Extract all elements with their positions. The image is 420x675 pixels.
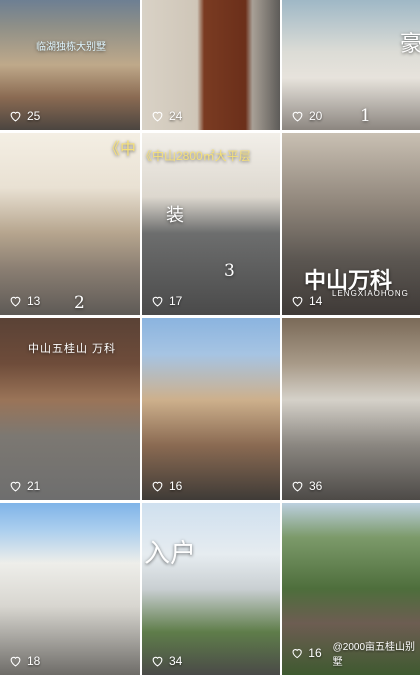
modern-villa-image: [0, 503, 140, 675]
dining-hall-image: [282, 318, 420, 500]
like-count-text: 16: [169, 479, 183, 493]
like-count-text: 21: [27, 479, 41, 493]
like-count: 17: [151, 294, 182, 308]
post-tile[interactable]: 16: [142, 318, 280, 500]
heart-outline-icon: [10, 296, 21, 307]
side-text: 豪: [400, 32, 420, 57]
heart-outline-icon: [292, 481, 303, 492]
heart-outline-icon: [152, 656, 163, 667]
entrance-plaza-image: [142, 503, 280, 675]
like-count: 21: [9, 479, 40, 493]
like-count: 25: [9, 109, 40, 123]
post-tile[interactable]: 中山万科 LENGXIAOHONG 14: [282, 133, 420, 315]
post-tile[interactable]: 《中山2800㎡大平层 装 3 17: [142, 133, 280, 315]
footer-text: @2000亩五桂山别墅: [332, 642, 416, 668]
heart-outline-icon: [292, 649, 302, 659]
photo-grid: 临湖独栋大别墅 25 24 豪 1 20 《中 2 13 《中山2800㎡大平层…: [0, 0, 420, 675]
post-tile[interactable]: 《中 2 13: [0, 133, 140, 315]
post-tile[interactable]: 36: [282, 318, 420, 500]
post-tile[interactable]: 中山五桂山 万科 21: [0, 318, 140, 500]
like-count-text: 25: [27, 109, 41, 123]
like-count: 36: [291, 479, 322, 493]
like-count-text: 17: [169, 294, 183, 308]
photo-number: 1: [360, 106, 371, 126]
like-count-text: 16: [308, 646, 322, 660]
title-fragment: 《中: [104, 141, 137, 158]
heart-outline-icon: [10, 656, 21, 667]
post-tile[interactable]: 18: [0, 503, 140, 675]
side-text: 装: [166, 205, 184, 226]
heart-outline-icon: [152, 296, 163, 307]
like-count-text: 18: [27, 654, 41, 668]
like-count-text: 36: [309, 479, 323, 493]
like-count: 20: [291, 109, 322, 123]
title-fragment: 《中山2800㎡大平层: [142, 149, 251, 163]
like-count-text: 34: [169, 654, 183, 668]
villa-exterior-image: [142, 318, 280, 500]
post-tile[interactable]: 入户 34: [142, 503, 280, 675]
like-count-text: 20: [309, 109, 323, 123]
photo-number: 3: [224, 261, 235, 281]
post-tile[interactable]: 24: [142, 0, 280, 130]
like-count: 34: [151, 654, 182, 668]
brand-subtitle: LENGXIAOHONG: [332, 289, 409, 298]
photo-number: 2: [74, 293, 85, 313]
like-count: 24: [151, 109, 182, 123]
post-tile[interactable]: 豪 1 20: [282, 0, 420, 130]
like-count-text: 24: [169, 109, 183, 123]
like-count-text: 14: [309, 294, 323, 308]
post-tile[interactable]: 临湖独栋大别墅 25: [0, 0, 140, 130]
heart-outline-icon: [292, 296, 303, 307]
tile-caption: 临湖独栋大别墅: [36, 42, 106, 53]
heart-outline-icon: [10, 481, 21, 492]
heart-outline-icon: [292, 111, 303, 122]
heart-outline-icon: [152, 481, 163, 492]
living-room-image: [0, 133, 140, 315]
like-count-text: 13: [27, 294, 41, 308]
like-count: 18: [9, 654, 40, 668]
like-count: 16 @2000亩五桂山别墅: [291, 638, 420, 668]
like-count: 14: [291, 294, 322, 308]
side-text: 入户: [144, 539, 197, 569]
heart-outline-icon: [10, 111, 21, 122]
post-tile[interactable]: 16 @2000亩五桂山别墅: [282, 503, 420, 675]
tile-caption: 中山五桂山 万科: [28, 343, 117, 355]
like-count: 16: [151, 479, 182, 493]
heart-outline-icon: [152, 111, 163, 122]
like-count: 13: [9, 294, 40, 308]
